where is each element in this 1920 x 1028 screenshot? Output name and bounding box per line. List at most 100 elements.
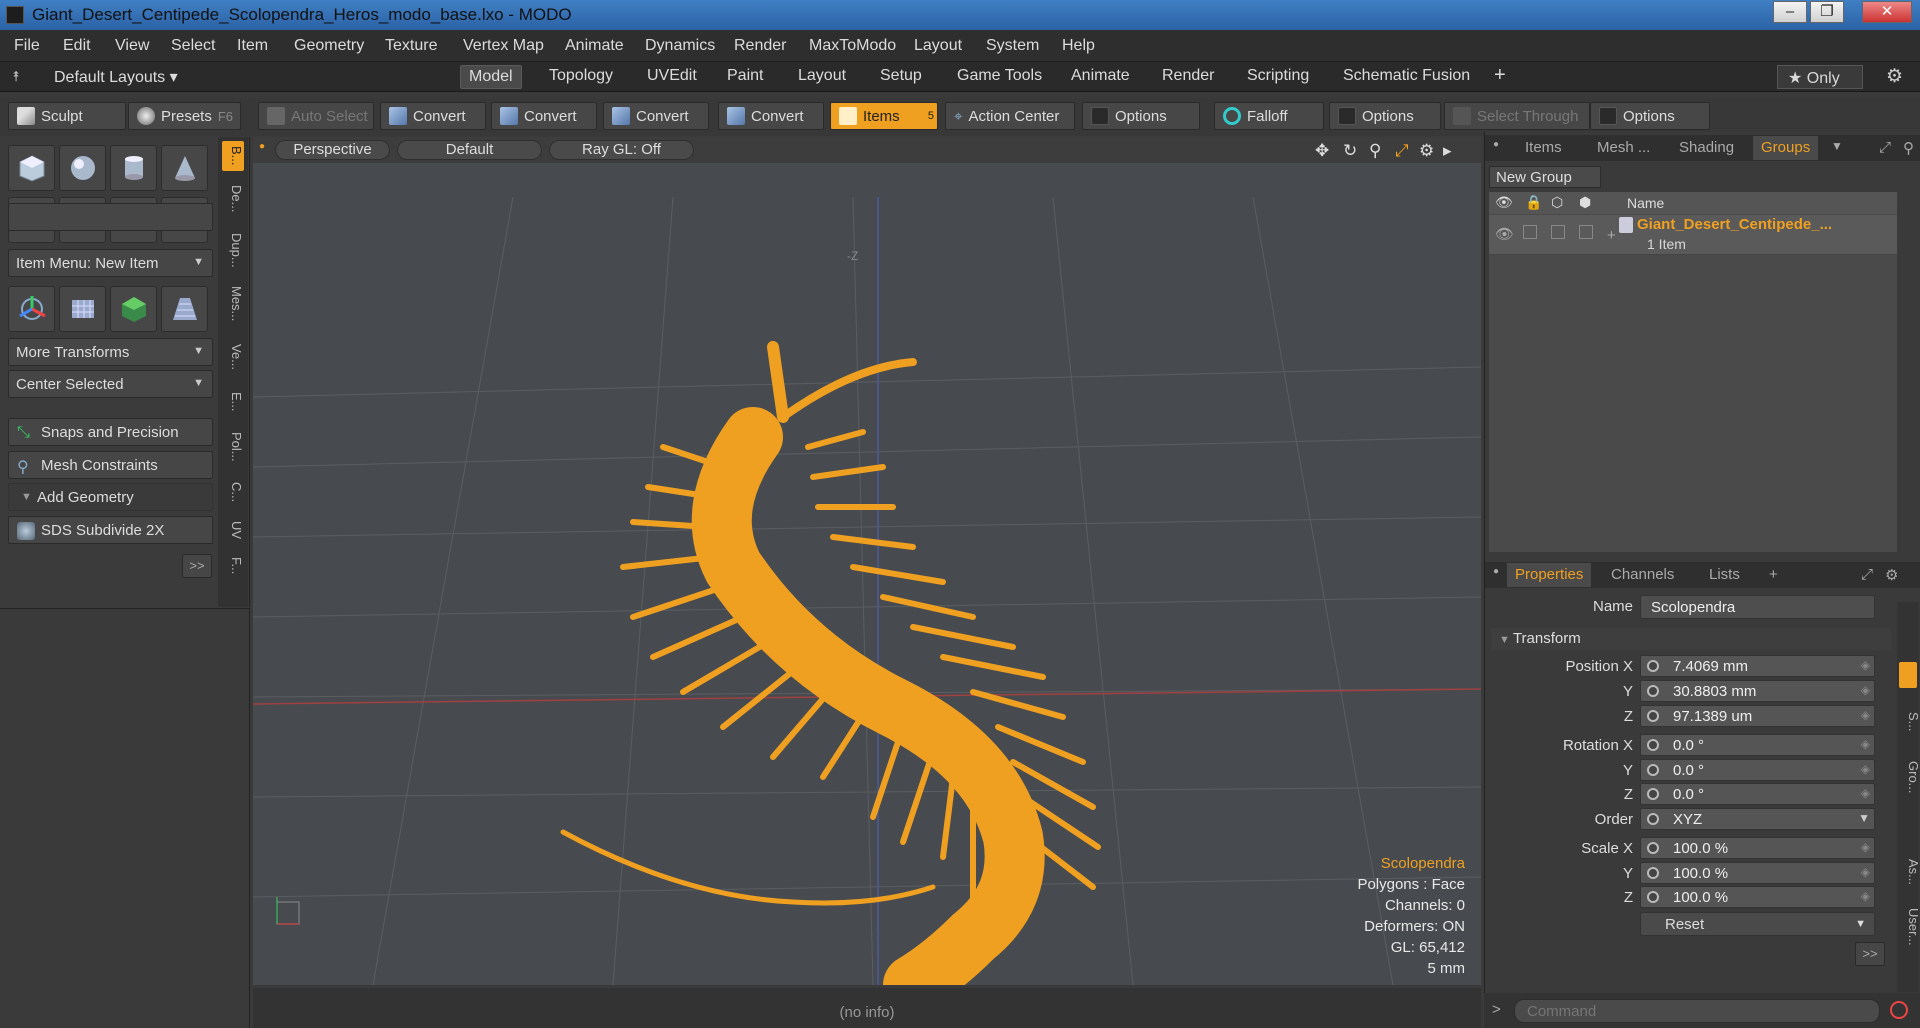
side-tab-s[interactable]: S... (1899, 702, 1920, 742)
snaps-precision-button[interactable]: ⤡ Snaps and Precision (8, 418, 213, 446)
menu-file[interactable]: File (14, 37, 40, 55)
auto-select-button[interactable]: Auto Select (258, 102, 374, 130)
link-icon[interactable]: ◈ (1861, 658, 1870, 672)
tab-scripting[interactable]: Scripting (1239, 65, 1317, 89)
position-z-field[interactable]: 97.1389 um ◈ (1640, 705, 1875, 727)
menu-layout[interactable]: Layout (914, 37, 962, 55)
side-tab-user[interactable]: User... (1899, 902, 1920, 952)
menu-dynamics[interactable]: Dynamics (645, 37, 715, 55)
transform-button[interactable] (8, 286, 55, 332)
maximize-panel-icon[interactable]: ⤢ (1861, 566, 1873, 583)
keyframe-dot-icon[interactable] (1647, 764, 1659, 776)
rotate-icon[interactable]: ↻ (1343, 141, 1357, 161)
keyframe-dot-icon[interactable] (1647, 739, 1659, 751)
convert-button-4[interactable]: Convert (718, 102, 824, 130)
vtab-duplicate[interactable]: Dup... (222, 227, 244, 273)
link-icon[interactable]: ◈ (1861, 840, 1870, 854)
expand-more-button[interactable]: >> (1855, 942, 1885, 966)
element-move-button[interactable] (59, 286, 106, 332)
convert-button-1[interactable]: Convert (380, 102, 486, 130)
reset-dropdown[interactable]: Reset ▼ (1640, 912, 1875, 936)
tab-layout[interactable]: Layout (790, 65, 854, 89)
panel-options-icon[interactable]: ⚲ (1903, 139, 1914, 157)
name-field[interactable]: Scolopendra (1640, 595, 1875, 619)
convert-button-3[interactable]: Convert (603, 102, 709, 130)
maximize-panel-icon[interactable]: ⤢ (1879, 139, 1891, 156)
tab-setup[interactable]: Setup (872, 65, 930, 89)
tab-animate[interactable]: Animate (1063, 65, 1138, 89)
tab-mesh[interactable]: Mesh ... (1597, 139, 1650, 156)
vtab-deform[interactable]: De... (222, 179, 244, 219)
cone-primitive-button[interactable] (161, 145, 208, 191)
group-row[interactable]: 👁 + Giant_Desert_Centipede_... 1 Item (1489, 215, 1897, 255)
link-icon[interactable]: ◈ (1861, 762, 1870, 776)
order-dropdown[interactable]: XYZ ▼ (1640, 808, 1875, 830)
vtab-curve[interactable]: C... (222, 477, 244, 507)
soft-drag-button[interactable] (110, 286, 157, 332)
view-perspective-button[interactable]: Perspective (275, 140, 390, 160)
keyframe-dot-icon[interactable] (1647, 685, 1659, 697)
falloff-button[interactable]: Falloff (1214, 102, 1324, 130)
position-x-field[interactable]: 7.4069 mm ◈ (1640, 655, 1875, 677)
tab-channels[interactable]: Channels (1611, 566, 1674, 583)
vtab-uv[interactable]: UV (222, 517, 244, 543)
collapse-icon[interactable]: ⯭ (12, 68, 20, 85)
menu-view[interactable]: View (115, 37, 149, 55)
tab-game-tools[interactable]: Game Tools (949, 65, 1050, 89)
scale-z-field[interactable]: 100.0 % ◈ (1640, 886, 1875, 908)
select-toggle[interactable] (1551, 225, 1565, 239)
vtab-fusion[interactable]: F... (222, 551, 244, 581)
menu-texture[interactable]: Texture (385, 37, 437, 55)
menu-item[interactable]: Item (237, 37, 268, 55)
close-button[interactable]: ✕ (1862, 1, 1912, 23)
gear-icon[interactable]: ⚙ (1886, 65, 1903, 88)
cylinder-primitive-button[interactable] (110, 145, 157, 191)
menu-maxtomodo[interactable]: MaxToModo (809, 37, 896, 55)
mesh-constraints-button[interactable]: ⚲ Mesh Constraints (8, 451, 213, 479)
tab-lists[interactable]: Lists (1709, 566, 1740, 583)
tab-items[interactable]: Items (1525, 139, 1562, 156)
render-toggle[interactable] (1579, 225, 1593, 239)
only-toggle[interactable]: ★ Only (1777, 65, 1863, 89)
keyframe-dot-icon[interactable] (1647, 891, 1659, 903)
visibility-icon[interactable]: 👁 (1495, 225, 1514, 243)
tab-topology[interactable]: Topology (541, 65, 621, 89)
side-tab-selected[interactable] (1899, 662, 1917, 688)
keyframe-dot-icon[interactable] (1647, 813, 1659, 825)
convert-button-2[interactable]: Convert (491, 102, 597, 130)
maximize-button[interactable]: ❐ (1810, 1, 1844, 23)
cube-primitive-button[interactable] (8, 145, 55, 191)
rotation-y-field[interactable]: 0.0 ° ◈ (1640, 759, 1875, 781)
command-input[interactable] (1514, 999, 1880, 1023)
more-transforms-dropdown[interactable]: More Transforms ▼ (8, 338, 213, 366)
sds-subdivide-button[interactable]: SDS Subdivide 2X (8, 516, 213, 544)
select-icon[interactable]: ⬡ (1551, 194, 1563, 211)
add-tab-button[interactable]: + (1769, 566, 1778, 583)
link-icon[interactable]: ◈ (1861, 889, 1870, 903)
viewport-gear-icon[interactable]: ⚙ (1419, 141, 1434, 161)
tab-uvedit[interactable]: UVEdit (639, 65, 705, 89)
rotation-z-field[interactable]: 0.0 ° ◈ (1640, 783, 1875, 805)
link-icon[interactable]: ◈ (1861, 683, 1870, 697)
tab-schematic-fusion[interactable]: Schematic Fusion (1335, 65, 1478, 89)
lock-toggle[interactable] (1523, 225, 1537, 239)
keyframe-dot-icon[interactable] (1647, 660, 1659, 672)
side-tab-groups[interactable]: Gro... (1899, 752, 1920, 802)
minimize-button[interactable]: – (1773, 1, 1807, 23)
link-icon[interactable]: ◈ (1861, 737, 1870, 751)
keyframe-dot-icon[interactable] (1647, 842, 1659, 854)
expand-more-button[interactable]: >> (182, 554, 212, 578)
presets-button[interactable]: Presets F6 (128, 102, 241, 130)
tab-model[interactable]: Model (460, 65, 522, 89)
expand-arrow-icon[interactable]: ▸ (1443, 141, 1452, 161)
rotation-x-field[interactable]: 0.0 ° ◈ (1640, 734, 1875, 756)
pan-icon[interactable]: ✥ (1315, 141, 1329, 161)
select-through-button[interactable]: Select Through (1444, 102, 1590, 130)
gear-icon[interactable]: ⚙ (1885, 566, 1898, 584)
add-geometry-section[interactable]: ▼ Add Geometry (8, 483, 213, 511)
link-icon[interactable]: ◈ (1861, 708, 1870, 722)
menu-vertex-map[interactable]: Vertex Map (463, 37, 544, 55)
items-mode-button[interactable]: Items 5 (830, 102, 938, 130)
link-icon[interactable]: ◈ (1861, 786, 1870, 800)
menu-render[interactable]: Render (734, 37, 786, 55)
